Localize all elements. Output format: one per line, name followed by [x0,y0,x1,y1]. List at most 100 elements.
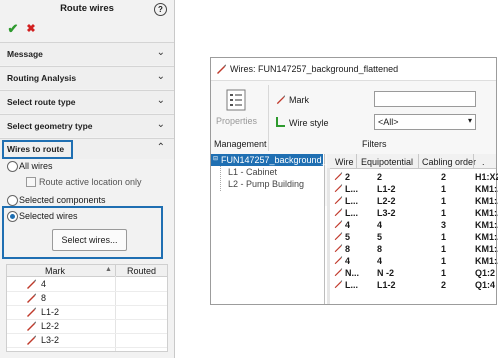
route-active-location-checkbox[interactable] [26,177,36,187]
properties-label: Properties [216,116,258,126]
wire-style-value: <All> [378,117,399,127]
section-select-route-type-label: Select route type [7,97,76,107]
table-row[interactable]: L... L2-2 1 KM1:... [327,195,498,206]
chevron-down-icon: ⌄ [156,47,165,58]
chevron-down-icon: ▾ [467,116,472,125]
selected-components-label: Selected components [19,195,106,205]
route-active-location-label: Route active location only [39,177,142,187]
cabling-order-value: 1 [441,184,447,194]
selected-wires-radio[interactable] [7,211,18,222]
table-row[interactable]: L... L3-2 1 KM1:... [327,207,498,218]
wire-style-icon [276,117,285,127]
connection-value: Q1:4 [475,280,496,290]
wire-pen-icon [334,196,343,205]
connection-value: H1:X2 [475,172,498,182]
table-row[interactable]: L... L1-2 1 KM1:... [327,183,498,194]
connection-value: KM1:... [475,220,498,230]
equipotential-value: L2-2 [377,196,396,206]
route-wires-panel: Route wires ? ✔ ✖ Message ⌄ Routing Anal… [0,0,175,358]
wire-mark: 2 [345,172,351,182]
wire-pen-icon [334,184,343,193]
section-wires-to-route[interactable]: Wires to route ⌃ [0,138,174,159]
wire-pen-icon [276,95,286,105]
mark-value: 4 [41,279,47,289]
table-row[interactable]: 2 2 2 H1:X2 [327,171,498,182]
section-select-route-type[interactable]: Select route type ⌄ [0,90,174,113]
selected-components-radio[interactable] [7,195,18,206]
tree-node-l1[interactable]: L1 - Cabinet [228,167,277,177]
wires-grid: Mark ▲ Routed 4 8 L1-2 L2-2 L3-2 [6,264,168,352]
wires-table: Wire Equipotential Cabling order . 2 2 2 H1… [327,154,498,304]
properties-button[interactable] [224,88,248,112]
column-divider [115,265,116,276]
connection-value: KM1:... [475,184,498,194]
cabling-order-value: 3 [441,220,447,230]
table-row[interactable]: 4 4 1 KM1:... [327,255,498,266]
cabling-order-value: 1 [441,196,447,206]
cancel-x-icon[interactable]: ✖ [24,22,38,36]
sort-asc-icon: ▲ [105,266,112,273]
mark-value: L2-2 [41,321,60,331]
table-row[interactable]: 8 8 1 KM1:... [327,243,498,254]
cabling-order-value: 1 [441,244,447,254]
wire-pen-icon [27,335,36,345]
tree-root-label: FUN147257_background_ [221,155,327,165]
wire-pen-icon [334,256,343,265]
wire-pen-icon [334,232,343,241]
cabling-order-value: 1 [441,232,447,242]
col-routed[interactable]: Routed [127,266,156,276]
wire-mark: N... [345,268,360,278]
table-row[interactable]: L2-2 [7,319,167,334]
equipotential-value: 4 [377,220,383,230]
table-row[interactable]: N... N -2 1 Q1:2 [327,267,496,278]
grid-header: Mark ▲ Routed [7,265,167,277]
ok-check-icon[interactable]: ✔ [6,22,20,36]
mark-filter-input[interactable] [374,91,476,107]
section-message[interactable]: Message ⌄ [0,42,174,65]
equipotential-value: L3-2 [377,208,396,218]
section-routing-analysis-label: Routing Analysis [7,73,77,83]
chevron-down-icon: ⌄ [156,119,165,130]
col-more[interactable]: . [482,157,485,167]
cabling-order-value: 2 [441,172,447,182]
col-mark[interactable]: Mark [45,266,65,276]
col-wire[interactable]: Wire [335,157,354,167]
mark-value: 8 [41,293,47,303]
filters-group-label: Filters [362,139,387,149]
connection-value: KM1:... [475,196,498,206]
equipotential-value: L1-2 [377,280,396,290]
col-equipotential[interactable]: Equipotential [361,157,413,167]
connection-value: KM1:... [475,208,498,218]
select-wires-button[interactable]: Select wires... [52,229,127,251]
tree-node-l2[interactable]: L2 - Pump Building [228,179,304,189]
section-select-geometry-type[interactable]: Select geometry type ⌄ [0,114,174,137]
table-row[interactable]: 5 5 1 KM1:... [327,231,498,242]
management-group-label: Management [214,139,267,149]
section-routing-analysis[interactable]: Routing Analysis ⌄ [0,66,174,89]
col-cabling-order[interactable]: Cabling order [422,157,476,167]
wire-pen-icon [334,208,343,217]
table-row[interactable]: L... L1-2 2 Q1:4 [327,279,496,290]
wire-mark: L... [345,196,358,206]
wire-style-label: Wire style [289,118,329,128]
equipotential-value: 5 [377,232,383,242]
wire-mark: L... [345,184,358,194]
table-row[interactable]: L3-2 [7,333,167,348]
equipotential-value: 4 [377,256,383,266]
table-row[interactable]: 4 [7,277,167,292]
tree-root-node[interactable]: ⊟ FUN147257_background_ [211,154,327,166]
all-wires-radio[interactable] [7,161,18,172]
table-row[interactable]: L1-2 [7,305,167,320]
cabling-order-value: 1 [441,268,447,278]
wires-dialog: Wires: FUN147257_background_flattened Pr… [210,57,498,305]
table-row[interactable]: 4 4 3 KM1:... [327,219,498,230]
mark-value: L3-2 [41,335,60,345]
wire-mark: 4 [345,220,351,230]
cabling-order-value: 1 [441,256,447,266]
chevron-down-icon: ⌄ [156,71,165,82]
wire-pen-icon [334,280,343,289]
wire-pen-icon [27,307,36,317]
help-icon[interactable]: ? [154,3,167,16]
table-row[interactable]: 8 [7,291,167,306]
wire-style-select[interactable]: <All> ▾ [374,114,476,130]
